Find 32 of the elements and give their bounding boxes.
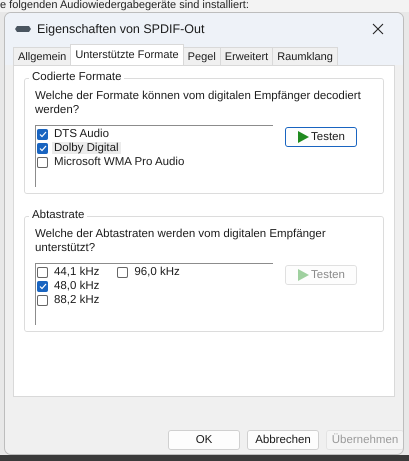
group-title: Abtastrate <box>29 209 88 221</box>
group-title: Codierte Formate <box>29 71 124 83</box>
window-title: Eigenschaften von SPDIF-Out <box>37 22 206 36</box>
list-item[interactable]: Microsoft WMA Pro Audio <box>37 155 186 169</box>
list-item[interactable]: 44,1 kHz <box>37 265 102 279</box>
speaker-device-icon <box>15 25 31 33</box>
background-window-text: e folgenden Audiowiedergabegeräte sind installiert: <box>0 0 409 12</box>
checkbox[interactable] <box>37 280 48 292</box>
dialog-button[interactable]: OK <box>168 430 240 450</box>
dialog-button[interactable]: Abbrechen <box>247 430 319 450</box>
close-icon <box>372 23 384 35</box>
group-prompt: Welche der Abtastraten werden vom digitalen Empfänger unterstützt? <box>35 227 327 255</box>
tab[interactable]: Unterstützte Formate <box>70 44 184 65</box>
checkbox[interactable] <box>117 266 128 278</box>
list-item[interactable]: DTS Audio <box>37 127 186 141</box>
checkbox[interactable] <box>37 294 48 306</box>
checkbox[interactable] <box>37 128 48 140</box>
checkbox[interactable] <box>37 266 48 278</box>
checkbox[interactable] <box>37 142 48 154</box>
play-icon <box>297 269 310 281</box>
list-item[interactable]: 48,0 kHz <box>37 279 102 293</box>
tab[interactable]: Erweitert <box>220 47 274 65</box>
list-item[interactable]: Dolby Digital <box>37 141 186 155</box>
list-item[interactable]: 96,0 kHz <box>117 265 182 279</box>
tab[interactable]: Allgemein <box>13 47 72 65</box>
tab[interactable]: Pegel <box>182 47 221 65</box>
checkbox[interactable] <box>37 156 48 168</box>
tab[interactable]: Raumklang <box>272 47 338 65</box>
list-item[interactable]: 88,2 kHz <box>37 293 102 307</box>
play-icon <box>297 131 310 143</box>
test-button[interactable]: Testen <box>285 127 357 147</box>
group-prompt: Welche der Formate können vom digitalen Empfänger decodiert werden? <box>35 89 362 117</box>
